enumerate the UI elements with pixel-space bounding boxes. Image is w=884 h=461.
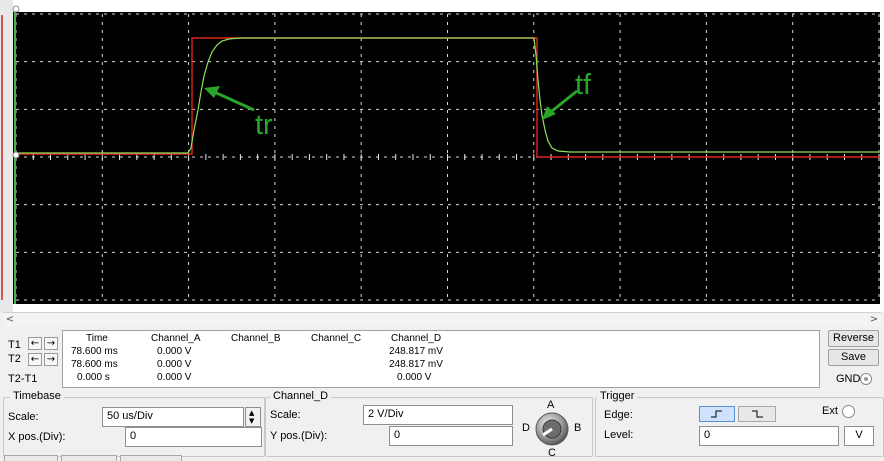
rising-edge-button[interactable] — [699, 406, 735, 422]
timebase-xpos-input[interactable]: 0 — [125, 427, 262, 447]
timebase-scale-label: Scale: — [8, 411, 39, 423]
gnd-radio[interactable] — [860, 373, 872, 385]
tf-label: tf — [575, 69, 592, 101]
t2-channel-a: 0.000 V — [157, 359, 192, 370]
header-channel-a: Channel_A — [151, 333, 201, 344]
channel-title: Channel_D — [270, 390, 332, 402]
reverse-button[interactable]: Reverse — [828, 330, 879, 347]
timebase-scale-input[interactable]: 50 us/Div — [102, 407, 244, 427]
t2-t1-channel-a: 0.000 V — [157, 372, 192, 383]
trigger-title: Trigger — [597, 390, 638, 402]
header-time: Time — [86, 333, 108, 344]
t2-t1-label: T2-T1 — [8, 373, 38, 385]
t2-t1-channel-d: 0.000 V — [397, 372, 432, 383]
t2-channel-d: 248.817 mV — [389, 359, 443, 370]
selector-a-label: A — [547, 399, 555, 411]
trigger-edge-label: Edge: — [604, 409, 633, 421]
readout-table: Time Channel_A Channel_B Channel_C Chann… — [62, 330, 820, 388]
channel-ypos-input[interactable]: 0 — [389, 426, 513, 446]
spin-down-icon[interactable]: ▼ — [249, 417, 254, 425]
t1-time: 78.600 ms — [71, 346, 118, 357]
save-button[interactable]: Save — [828, 349, 879, 366]
scope-overlay: tr tf — [1, 5, 880, 304]
ext-radio[interactable] — [842, 405, 855, 418]
selector-d-label: D — [522, 422, 530, 434]
timebase-scale-spinner[interactable]: ▲ ▼ — [245, 407, 261, 427]
timebase-title: Timebase — [10, 390, 64, 402]
timebase-xpos-label: X pos.(Div): — [8, 431, 66, 443]
t1-right-arrow-icon[interactable]: → — [44, 337, 58, 350]
t1-label: T1 — [8, 339, 21, 351]
trigger-level-input[interactable]: 0 — [699, 426, 839, 446]
t2-time: 78.600 ms — [71, 359, 118, 370]
oscilloscope-display: tr tf — [0, 0, 884, 312]
falling-edge-icon — [752, 410, 763, 418]
trigger-level-unit[interactable]: V — [844, 426, 874, 446]
t1-channel-d: 248.817 mV — [389, 346, 443, 357]
tr-arrow — [209, 88, 255, 112]
horizontal-scrollbar[interactable]: < > — [3, 312, 881, 326]
header-channel-b: Channel_B — [231, 333, 281, 344]
channel-ypos-label: Y pos.(Div): — [270, 430, 328, 442]
rising-edge-icon — [711, 410, 722, 418]
bottom-tab-2[interactable] — [61, 455, 117, 461]
t1-left-arrow-icon[interactable]: ← — [28, 337, 42, 350]
trigger-ext-label: Ext — [822, 405, 838, 417]
t1-channel-a: 0.000 V — [157, 346, 192, 357]
gnd-label: GND — [836, 373, 861, 385]
channel-scale-label: Scale: — [270, 409, 301, 421]
gnd-radio-dot-icon — [864, 377, 868, 381]
header-channel-d: Channel_D — [391, 333, 442, 344]
scroll-left-icon[interactable]: < — [3, 313, 17, 327]
t2-t1-time: 0.000 s — [77, 372, 110, 383]
selector-c-label: C — [548, 447, 556, 459]
falling-edge-button[interactable] — [738, 406, 776, 422]
header-channel-c: Channel_C — [311, 333, 362, 344]
channel-scale-input[interactable]: 2 V/Div — [363, 405, 513, 425]
tr-label: tr — [255, 109, 273, 141]
spin-up-icon[interactable]: ▲ — [249, 409, 254, 417]
t2-right-arrow-icon[interactable]: → — [44, 353, 58, 366]
channel-selector-knob-icon[interactable] — [534, 411, 570, 447]
ground-marker-icon — [12, 151, 20, 159]
selector-b-label: B — [574, 422, 582, 434]
t2-left-arrow-icon[interactable]: ← — [28, 353, 42, 366]
scroll-right-icon[interactable]: > — [867, 313, 881, 327]
trigger-marker-icon — [12, 5, 20, 13]
bottom-tab-1[interactable] — [4, 455, 58, 461]
bottom-tab-3[interactable] — [120, 455, 182, 461]
trigger-level-label: Level: — [604, 429, 634, 441]
t2-label: T2 — [8, 353, 21, 365]
